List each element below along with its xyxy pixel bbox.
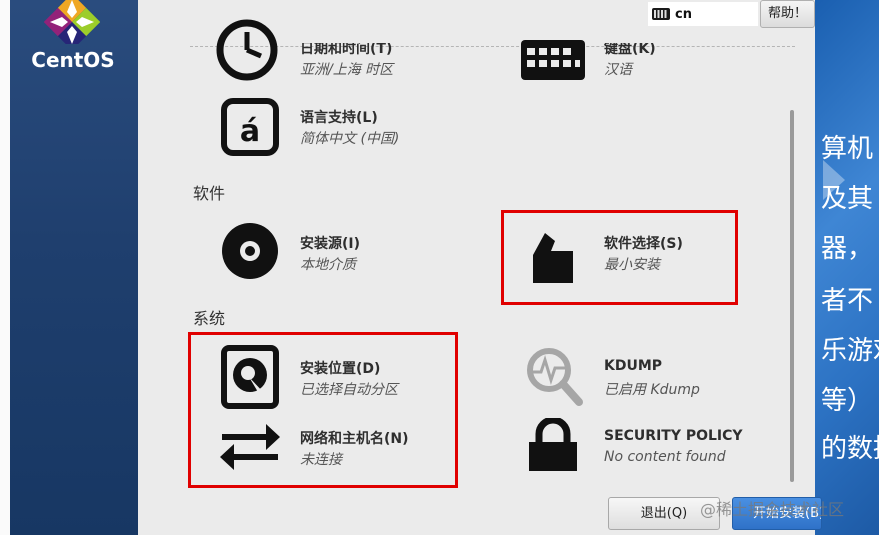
highlight-box	[501, 210, 738, 305]
background-text: 乐游戏	[821, 336, 879, 366]
magnifier-icon	[527, 348, 583, 406]
spoke-title: KDUMP	[604, 358, 663, 374]
highlight-box	[188, 332, 458, 488]
spoke-status: No content found	[604, 449, 726, 465]
spoke-title: 安装源(I)	[300, 236, 361, 252]
lock-icon	[529, 418, 577, 471]
spoke-status: 汉语	[604, 62, 632, 78]
spoke-status: 简体中文 (中国)	[300, 131, 400, 147]
spoke-status: 已启用 Kdump	[604, 382, 700, 398]
window-edge	[0, 0, 10, 535]
header-divider	[190, 46, 795, 47]
background-text: 者不	[821, 286, 874, 316]
keyboard-layout-label: cn	[675, 6, 692, 22]
help-button[interactable]: 帮助！	[760, 0, 815, 28]
background-text: 器，	[821, 234, 874, 264]
svg-text:á: á	[240, 114, 260, 149]
centos-logo-icon	[44, 0, 100, 44]
sidebar	[10, 0, 138, 535]
keyboard-icon	[652, 8, 670, 20]
disc-icon	[222, 223, 278, 279]
scrollbar[interactable]	[790, 110, 794, 482]
language-icon: á	[221, 98, 279, 156]
background-image: 算机 及其 器， 者不 乐游戏 等） 的数据	[815, 0, 879, 535]
spoke-title: SECURITY POLICY	[604, 428, 743, 444]
clock-icon	[216, 19, 278, 81]
background-text: 的数据	[821, 434, 879, 464]
background-text: 等）	[821, 386, 874, 416]
spoke-title: 语言支持(L)	[300, 110, 378, 126]
section-software-heading: 软件	[193, 184, 226, 203]
spoke-status: 亚洲/上海 时区	[300, 62, 394, 78]
section-system-heading: 系统	[193, 309, 226, 328]
background-text: 及其	[821, 184, 874, 214]
keyboard-layout-indicator[interactable]: cn	[648, 2, 758, 26]
keyboard-icon	[521, 40, 585, 80]
brand-name: CentOS	[31, 48, 115, 72]
spoke-status: 本地介质	[300, 257, 356, 273]
watermark: @稀土掘金技术社区	[700, 500, 845, 519]
